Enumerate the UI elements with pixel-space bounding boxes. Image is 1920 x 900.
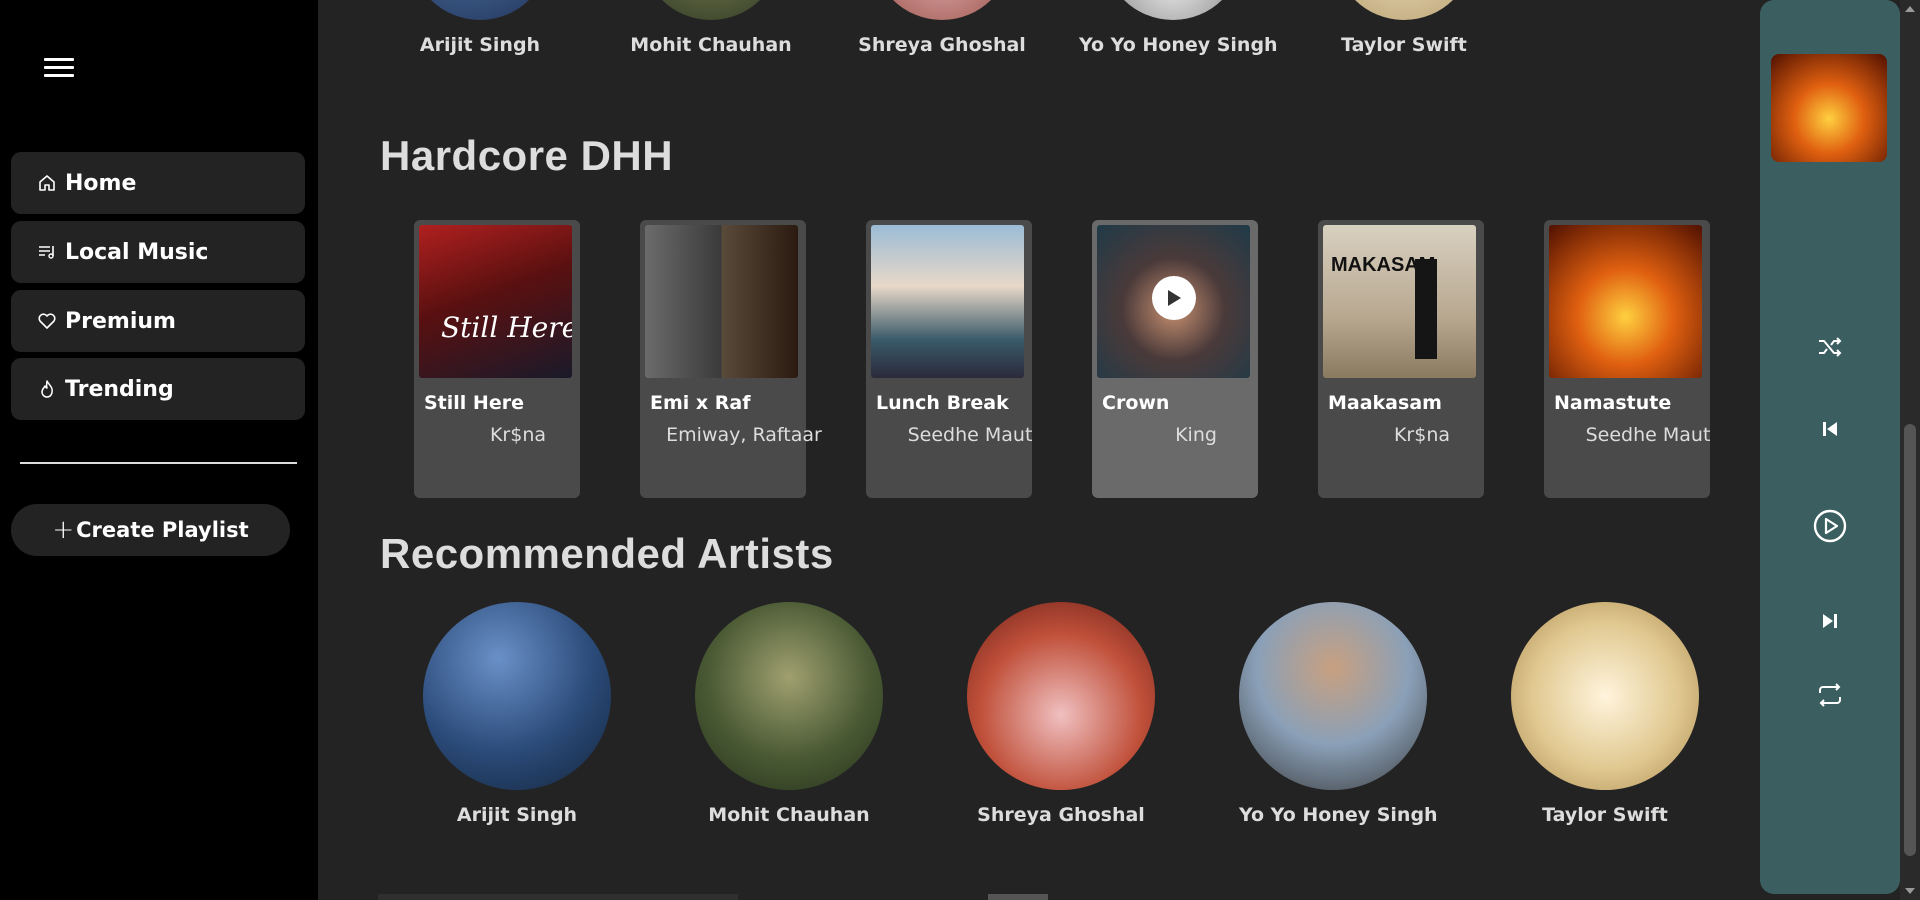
song-card[interactable]: Emi x Raf Emiway, Raftaar: [640, 220, 822, 498]
song-card[interactable]: Lunch Break Seedhe Maut: [866, 220, 1032, 498]
sidebar-item-label: Local Music: [65, 239, 209, 265]
play-icon[interactable]: [1152, 276, 1196, 320]
artist-name: Arijit Singh: [419, 34, 541, 56]
artist-item[interactable]: Taylor Swift: [1310, 0, 1498, 56]
skip-forward-icon[interactable]: [1810, 601, 1850, 641]
avatar: [1511, 602, 1699, 790]
sidebar-item-local-music[interactable]: Local Music: [11, 221, 305, 283]
artist-name: Mohit Chauhan: [708, 804, 870, 826]
song-artist: Kr$na: [1393, 424, 1451, 446]
album-cover: [645, 225, 798, 378]
album-cover: [1549, 225, 1702, 378]
song-artist: Kr$na: [489, 424, 547, 446]
song-card[interactable]: Still Here Still Here Kr$na: [414, 220, 580, 498]
song-artist: Seedhe Maut: [1585, 424, 1711, 446]
music-list-icon: [35, 240, 59, 264]
flame-icon: [35, 377, 59, 401]
scroll-up-arrow[interactable]: [1905, 6, 1915, 12]
song-title: Emi x Raf: [650, 392, 751, 414]
song-artist: King: [1175, 424, 1217, 446]
song-title: Lunch Break: [876, 392, 1009, 414]
song-title: Namastute: [1554, 392, 1672, 414]
album-cover: [871, 225, 1024, 378]
sidebar-item-label: Premium: [65, 308, 176, 334]
avatar: [1103, 0, 1243, 20]
section-title-hardcore: Hardcore DHH: [380, 132, 674, 179]
avatar: [641, 0, 781, 20]
artist-name: Taylor Swift: [1542, 804, 1668, 826]
create-playlist-label: Create Playlist: [76, 518, 249, 542]
song-artist: Emiway, Raftaar: [666, 424, 822, 446]
skip-back-icon[interactable]: [1810, 409, 1850, 449]
scroll-thumb[interactable]: [1904, 424, 1916, 856]
create-playlist-button[interactable]: + Create Playlist: [11, 504, 290, 556]
artist-name: Arijit Singh: [456, 804, 578, 826]
sidebar-item-label: Trending: [65, 376, 174, 402]
horizontal-scroll-thumb[interactable]: [988, 894, 1048, 900]
avatar: [1239, 602, 1427, 790]
album-cover: MAKASAM: [1323, 225, 1476, 378]
song-title: Maakasam: [1328, 392, 1442, 414]
song-card[interactable]: Namastute Seedhe Maut: [1544, 220, 1710, 498]
home-icon: [35, 171, 59, 195]
song-card[interactable]: MAKASAM Maakasam Kr$na: [1318, 220, 1484, 498]
music-app: Home Local Music Premium Trending + Crea…: [0, 0, 1920, 900]
repeat-icon[interactable]: [1810, 675, 1850, 715]
main-content: Arijit Singh Mohit Chauhan Shreya Ghosha…: [318, 0, 1758, 900]
sidebar-divider: [20, 462, 297, 464]
recommended-artist-list: Arijit Singh Mohit Chauhan Shreya Ghosha…: [423, 602, 1699, 826]
album-cover: [1097, 225, 1250, 378]
svg-text:Still Here: Still Here: [441, 311, 572, 344]
avatar: [1334, 0, 1474, 20]
now-playing-cover: [1771, 54, 1887, 162]
sidebar-item-trending[interactable]: Trending: [11, 358, 305, 420]
artist-item[interactable]: Arijit Singh: [386, 0, 574, 56]
song-card-active[interactable]: Crown King: [1092, 220, 1258, 498]
scroll-down-arrow[interactable]: [1905, 888, 1915, 894]
player-panel: [1760, 0, 1900, 894]
artist-name: Shreya Ghoshal: [858, 34, 1026, 56]
sidebar-item-home[interactable]: Home: [11, 152, 305, 214]
shuffle-icon[interactable]: [1810, 327, 1850, 367]
avatar: [410, 0, 550, 20]
avatar: [695, 602, 883, 790]
top-artist-row: Arijit Singh Mohit Chauhan Shreya Ghosha…: [410, 0, 1498, 56]
play-icon[interactable]: [1810, 506, 1850, 546]
artist-name: Shreya Ghoshal: [977, 804, 1145, 826]
plus-icon: +: [52, 515, 75, 545]
sidebar-item-premium[interactable]: Premium: [11, 290, 305, 352]
heart-icon: [35, 309, 59, 333]
horizontal-scrollbar[interactable]: [378, 894, 738, 900]
artist-name: Yo Yo Honey Singh: [1079, 34, 1278, 56]
avatar: [967, 602, 1155, 790]
avatar: [872, 0, 1012, 20]
artist-name: Mohit Chauhan: [630, 34, 792, 56]
artist-name: Taylor Swift: [1341, 34, 1467, 56]
album-cover: Still Here: [419, 225, 572, 378]
section-title-recommended: Recommended Artists: [380, 530, 834, 577]
menu-icon[interactable]: [44, 58, 74, 80]
hardcore-card-list: Still Here Still Here Kr$na Emi x Raf Em…: [414, 220, 1710, 498]
song-artist: Seedhe Maut: [907, 424, 1033, 446]
artist-item[interactable]: Yo Yo Honey Singh: [1239, 602, 1438, 826]
artist-item[interactable]: Arijit Singh: [423, 602, 611, 826]
artist-item[interactable]: Taylor Swift: [1511, 602, 1699, 826]
vertical-scrollbar[interactable]: [1900, 0, 1920, 900]
artist-name: Yo Yo Honey Singh: [1239, 804, 1438, 826]
artist-item[interactable]: Shreya Ghoshal: [967, 602, 1155, 826]
artist-item[interactable]: Mohit Chauhan: [617, 0, 805, 56]
sidebar-item-label: Home: [65, 170, 137, 196]
song-title: Crown: [1102, 392, 1170, 414]
artist-item[interactable]: Yo Yo Honey Singh: [1079, 0, 1278, 56]
avatar: [423, 602, 611, 790]
song-title: Still Here: [424, 392, 524, 414]
artist-item[interactable]: Mohit Chauhan: [695, 602, 883, 826]
artist-item[interactable]: Shreya Ghoshal: [848, 0, 1036, 56]
sidebar: Home Local Music Premium Trending + Crea…: [0, 0, 318, 900]
